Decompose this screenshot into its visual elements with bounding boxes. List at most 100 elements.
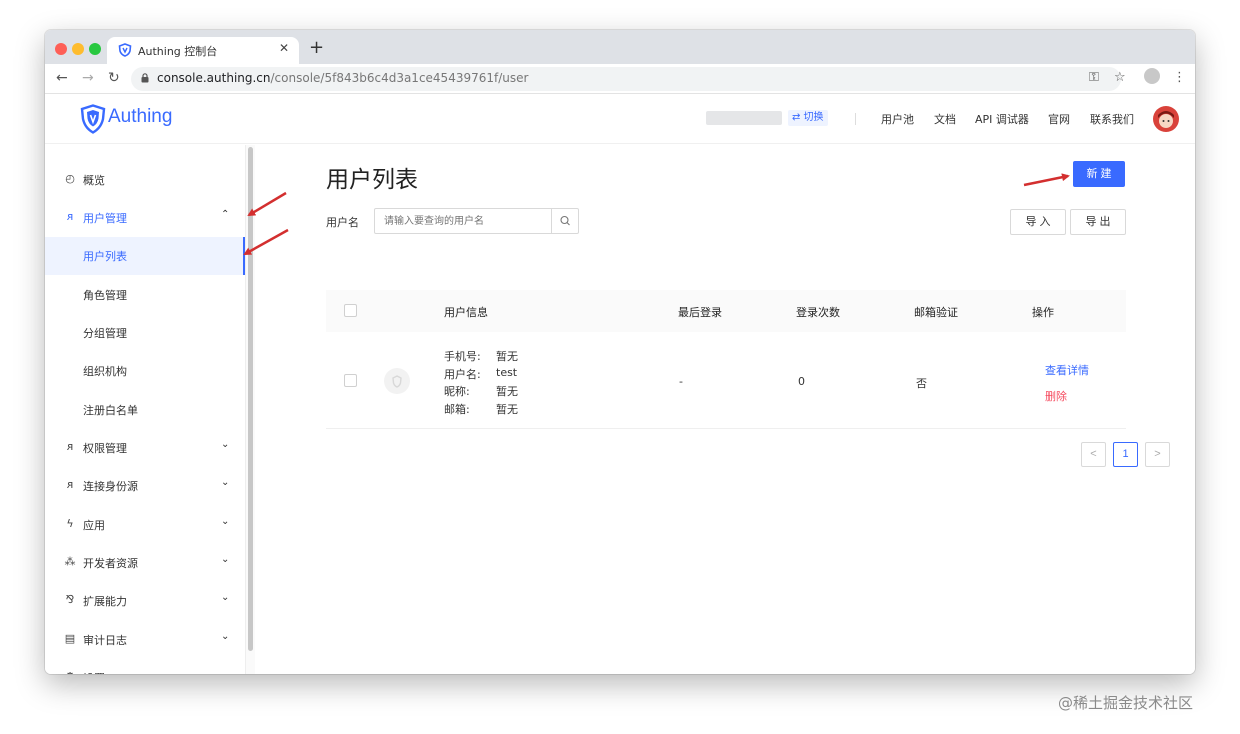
scrollbar-thumb[interactable] — [248, 147, 253, 651]
developer-icon: ⁂ — [64, 555, 76, 568]
authing-logo-icon[interactable] — [80, 104, 106, 134]
default-avatar-icon — [392, 375, 402, 388]
sidebar-item-label: 用户管理 — [83, 212, 127, 225]
maximize-window-button[interactable] — [89, 43, 101, 55]
sidebar-item-label: 注册白名单 — [83, 404, 138, 417]
new-user-button[interactable]: 新 建 — [1073, 161, 1125, 187]
pagination-prev-button[interactable]: < — [1081, 442, 1106, 467]
star-icon[interactable]: ☆ — [1114, 70, 1126, 85]
phone-value: 暂无 — [496, 350, 518, 363]
username-value: test — [496, 366, 518, 379]
page-title: 用户列表 — [326, 167, 418, 193]
sidebar-item-permission[interactable]: ᴙ 权限管理 ⌄ — [45, 429, 245, 467]
sidebar-item-registration-whitelist[interactable]: 注册白名单 — [45, 391, 245, 429]
row-checkbox[interactable] — [344, 374, 357, 387]
sidebar-item-identity-source[interactable]: ᴙ 连接身份源 ⌄ — [45, 467, 245, 505]
chevron-down-icon: ⌄ — [221, 477, 230, 488]
user-avatar[interactable] — [1153, 106, 1179, 132]
sidebar-item-user-management[interactable]: ᴙ 用户管理 ⌃ — [45, 199, 245, 237]
app-icon: ϟ — [66, 517, 74, 530]
sidebar-item-group-management[interactable]: 分组管理 — [45, 314, 245, 352]
url-host: console.authing.cn — [157, 71, 271, 85]
settings-icon: ⚙ — [64, 671, 76, 675]
userpool-name — [706, 111, 782, 125]
chevron-down-icon: ⌄ — [221, 439, 230, 450]
back-icon[interactable]: ← — [56, 70, 68, 86]
key-icon[interactable]: ⚿ — [1089, 70, 1099, 85]
sidebar-item-label: 组织机构 — [83, 365, 127, 378]
lock-icon — [141, 73, 149, 83]
menu-kebab-icon[interactable]: ⋮ — [1173, 70, 1186, 85]
avatar-face-icon — [1158, 111, 1174, 128]
column-user-info: 用户信息 — [444, 306, 488, 319]
forward-icon[interactable]: → — [82, 70, 94, 86]
phone-label: 手机号: — [444, 350, 481, 363]
export-button[interactable]: 导 出 — [1070, 209, 1126, 235]
browser-tab[interactable]: Authing 控制台 ✕ — [107, 37, 299, 64]
username-filter-label: 用户名 — [326, 216, 359, 229]
sidebar-item-role-management[interactable]: 角色管理 — [45, 276, 245, 314]
browser-window: Authing 控制台 ✕ + ← → ↻ console.authing.cn… — [45, 30, 1195, 674]
sidebar-item-applications[interactable]: ϟ 应用 ⌄ — [45, 506, 245, 544]
sidebar-item-audit-log[interactable]: ▤ 审计日志 ⌄ — [45, 621, 245, 659]
select-all-checkbox[interactable] — [344, 304, 357, 317]
permission-icon: ᴙ — [66, 440, 74, 453]
import-button[interactable]: 导 入 — [1010, 209, 1066, 235]
nav-docs[interactable]: 文档 — [934, 111, 956, 127]
new-tab-icon[interactable]: + — [309, 38, 324, 58]
sidebar-item-user-list[interactable]: 用户列表 — [45, 237, 245, 275]
profile-icon[interactable] — [1144, 68, 1160, 84]
pagination-next-button[interactable]: > — [1145, 442, 1170, 467]
sidebar-scrollbar[interactable] — [245, 145, 255, 674]
users-icon: ᴙ — [66, 210, 74, 223]
nav-contact[interactable]: 联系我们 — [1090, 111, 1134, 127]
tab-close-icon[interactable]: ✕ — [279, 41, 289, 55]
chevron-down-icon: ⌄ — [221, 592, 230, 603]
nav-api-debugger[interactable]: API 调试器 — [975, 111, 1029, 127]
chevron-up-icon: ⌃ — [221, 209, 230, 220]
sidebar-item-label: 连接身份源 — [83, 480, 138, 493]
sidebar-item-label: 开发者资源 — [83, 557, 138, 570]
sidebar: ◴ 概览 ᴙ 用户管理 ⌃ 用户列表 角色管理 分组管理 组织机构 注册白名单 … — [45, 145, 245, 674]
logo-text[interactable]: Authing — [108, 106, 172, 128]
table-header: 用户信息 最后登录 登录次数 邮箱验证 操作 — [326, 290, 1126, 332]
column-actions: 操作 — [1032, 306, 1054, 319]
nav-website[interactable]: 官网 — [1048, 111, 1070, 127]
header-divider — [855, 113, 856, 125]
watermark-text: @稀土掘金技术社区 — [1058, 694, 1194, 712]
dashboard-icon: ◴ — [65, 172, 75, 185]
sidebar-item-label: 审计日志 — [83, 634, 127, 647]
close-window-button[interactable] — [55, 43, 67, 55]
sidebar-item-label: 应用 — [83, 519, 105, 532]
sidebar-item-organization[interactable]: 组织机构 — [45, 352, 245, 390]
delete-link[interactable]: 删除 — [1045, 388, 1067, 404]
audit-icon: ▤ — [64, 632, 76, 645]
switch-userpool-button[interactable]: ⇄ 切换 — [788, 110, 828, 126]
reload-icon[interactable]: ↻ — [108, 70, 120, 86]
user-avatar-placeholder — [384, 368, 410, 394]
sidebar-item-developer[interactable]: ⁂ 开发者资源 ⌄ — [45, 544, 245, 582]
sidebar-item-settings[interactable]: ⚙ 设置 — [45, 659, 245, 675]
search-button[interactable] — [551, 209, 578, 233]
column-login-count: 登录次数 — [796, 306, 840, 319]
view-details-link[interactable]: 查看详情 — [1045, 362, 1089, 378]
minimize-window-button[interactable] — [72, 43, 84, 55]
tab-title: Authing 控制台 — [138, 45, 218, 58]
username-label: 用户名: — [444, 368, 481, 381]
sidebar-item-extensions[interactable]: ⅋ 扩展能力 ⌄ — [45, 582, 245, 620]
last-login-value: - — [679, 375, 683, 388]
username-search-input[interactable] — [375, 209, 552, 233]
extension-icon: ⅋ — [65, 593, 75, 606]
sidebar-item-overview[interactable]: ◴ 概览 — [45, 161, 245, 199]
pagination-page-1[interactable]: 1 — [1113, 442, 1138, 467]
nav-userpool[interactable]: 用户池 — [881, 111, 914, 127]
login-count-value: 0 — [798, 375, 805, 388]
chevron-down-icon: ⌄ — [221, 631, 230, 642]
authing-favicon-icon — [118, 43, 132, 57]
url-field[interactable]: console.authing.cn/console/5f843b6c4d3a1… — [131, 67, 1121, 91]
sidebar-item-label: 权限管理 — [83, 442, 127, 455]
url-text: console.authing.cn/console/5f843b6c4d3a1… — [157, 71, 528, 85]
sidebar-item-label: 设置 — [83, 670, 105, 674]
search-icon — [560, 215, 570, 226]
sidebar-item-label: 概览 — [83, 174, 105, 187]
